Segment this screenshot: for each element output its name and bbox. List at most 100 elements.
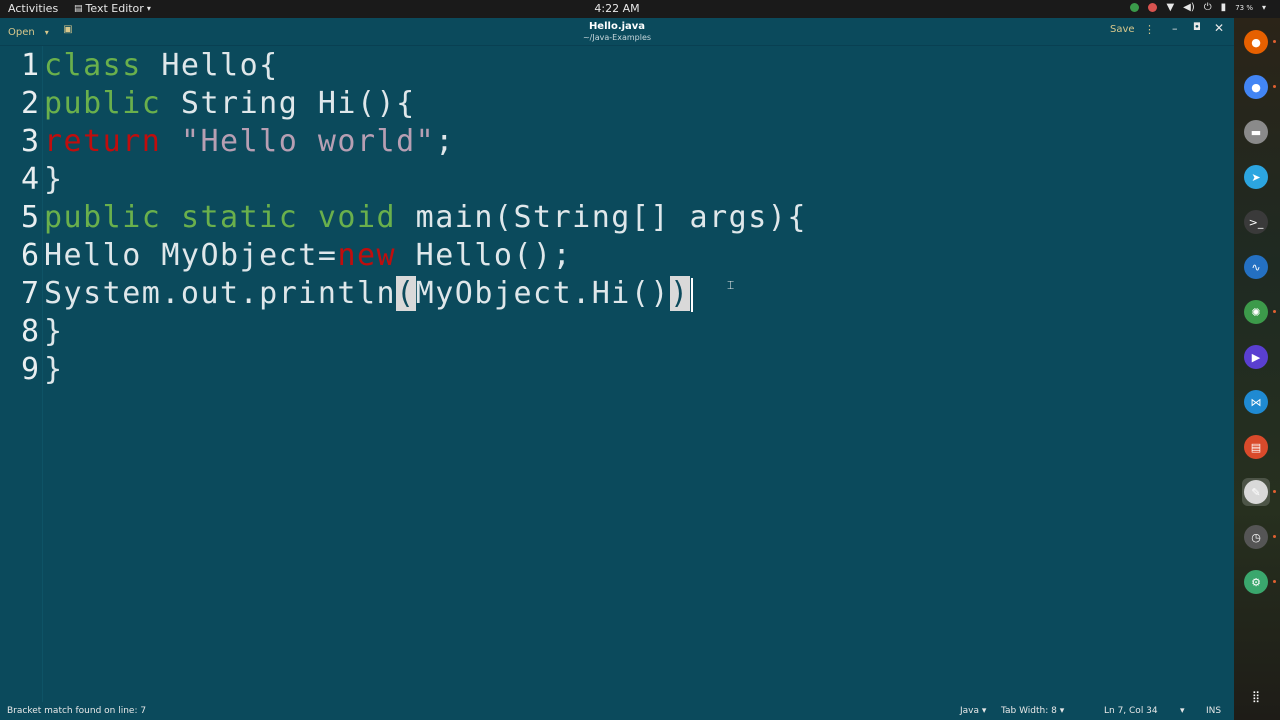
cursor-position[interactable]: Ln 7, Col 34 xyxy=(1104,706,1158,716)
token: MyObject.Hi() xyxy=(415,276,670,311)
running-indicator xyxy=(1273,85,1276,88)
atom-icon[interactable]: ✺ xyxy=(1242,298,1270,326)
insert-mode: INS xyxy=(1206,706,1222,716)
shield-icon[interactable] xyxy=(1130,3,1140,12)
line-number: 8 xyxy=(21,314,40,349)
running-indicator xyxy=(1273,580,1276,583)
battery-percent: 73 % xyxy=(1235,3,1253,12)
line-number: 7 xyxy=(21,276,40,311)
system-monitor-icon[interactable]: ∿ xyxy=(1242,253,1270,281)
tab-width-label: Tab Width: 8 xyxy=(1001,706,1057,716)
token-green: public xyxy=(44,200,162,235)
code-line[interactable]: 7 System.out.println(MyObject.Hi()) xyxy=(0,275,1234,313)
chevron-down-icon: ▾ xyxy=(1059,706,1065,716)
code-text: } xyxy=(44,313,64,351)
token: Hello{ xyxy=(141,48,279,83)
vscode-icon[interactable]: ⋈ xyxy=(1242,388,1270,416)
running-indicator xyxy=(1273,310,1276,313)
code-text: class Hello{ xyxy=(44,47,279,85)
code-line[interactable]: 3 return "Hello world"; xyxy=(0,123,1234,161)
timeshift-icon[interactable]: ◷ xyxy=(1242,523,1270,551)
volume-icon[interactable]: ◀) xyxy=(1183,2,1195,13)
text-caret xyxy=(690,277,693,312)
code-text: public static void main(String[] args){ xyxy=(44,199,807,237)
power-icon[interactable]: ⏻ xyxy=(1204,2,1212,13)
token-green: static xyxy=(180,200,299,235)
firefox-glyph: ● xyxy=(1244,30,1268,54)
code-line[interactable]: 6 Hello MyObject=new Hello(); xyxy=(0,237,1234,275)
code-line[interactable]: 9} xyxy=(0,351,1234,389)
line-number: 4 xyxy=(21,162,40,197)
tab-width-selector[interactable]: Tab Width: 8 ▾ xyxy=(1001,706,1064,716)
language-selector[interactable]: Java ▾ xyxy=(960,706,986,716)
system-tray[interactable]: ▼ ◀) ⏻ ▮ 73 % ▾ xyxy=(1130,2,1266,13)
media-player-icon[interactable]: ▶ xyxy=(1242,343,1270,371)
code-text: Hello MyObject=new Hello(); xyxy=(44,237,572,275)
terminal-glyph: >_ xyxy=(1244,210,1268,234)
token-red: new xyxy=(337,238,397,273)
code-line[interactable]: 2 public String Hi(){ xyxy=(0,85,1234,123)
firefox-icon[interactable]: ● xyxy=(1242,28,1270,56)
chrome-tray-icon[interactable] xyxy=(1148,3,1158,12)
token-hl: ) xyxy=(669,276,690,311)
chrome-glyph: ● xyxy=(1244,75,1268,99)
system-top-bar: Activities ▤ Text Editor ▾ 4:22 AM ▼ ◀) … xyxy=(0,0,1280,18)
timeshift-glyph: ◷ xyxy=(1244,525,1268,549)
text-editor-icon[interactable]: ✎ xyxy=(1242,478,1270,506)
minimize-icon[interactable]: – xyxy=(1172,22,1178,35)
line-number: 9 xyxy=(21,352,40,387)
running-indicator xyxy=(1273,535,1276,538)
chevron-down-icon[interactable]: ▾ xyxy=(1180,706,1185,716)
token: main(String[] args){ xyxy=(396,200,807,235)
save-button[interactable]: Save xyxy=(1110,24,1135,35)
document-path: ~/Java-Examples xyxy=(582,33,652,42)
maximize-icon[interactable]: ◘ xyxy=(1193,22,1201,33)
status-bar: Bracket match found on line: 7 Java ▾ Ta… xyxy=(0,702,1234,720)
token: } xyxy=(44,314,64,349)
document-viewer-icon[interactable]: ▤ xyxy=(1242,433,1270,461)
wifi-icon[interactable]: ▼ xyxy=(1166,2,1174,13)
code-line[interactable]: 4} xyxy=(0,161,1234,199)
status-message: Bracket match found on line: 7 xyxy=(7,706,147,716)
code-text: System.out.println(MyObject.Hi()) xyxy=(44,275,693,313)
files-icon[interactable]: ▬ xyxy=(1242,118,1270,146)
running-indicator xyxy=(1273,40,1276,43)
telegram-icon[interactable]: ➤ xyxy=(1242,163,1270,191)
code-editor[interactable]: 1 class Hello{2 public String Hi(){3 return… xyxy=(0,46,1234,702)
terminal-icon[interactable]: >_ xyxy=(1242,208,1270,236)
vscode-glyph: ⋈ xyxy=(1244,390,1268,414)
token-red: return xyxy=(44,124,162,159)
document-title: Hello.java xyxy=(588,21,646,32)
hamburger-menu-icon[interactable]: ⋮ xyxy=(1144,23,1155,36)
line-number: 1 xyxy=(21,48,40,83)
android-studio-icon[interactable]: ⚙ xyxy=(1242,568,1270,596)
document-viewer-glyph: ▤ xyxy=(1244,435,1268,459)
code-line[interactable]: 1 class Hello{ xyxy=(0,47,1234,85)
clock[interactable]: 4:22 AM xyxy=(0,2,1234,15)
battery-icon[interactable]: ▮ xyxy=(1221,2,1227,13)
token: String Hi(){ xyxy=(161,86,416,121)
language-label: Java xyxy=(960,706,980,716)
token-str: "Hello world" xyxy=(180,124,436,159)
line-number: 2 xyxy=(21,86,40,121)
token-green: class xyxy=(44,48,142,83)
code-text: return "Hello world"; xyxy=(44,123,455,161)
token-green: public xyxy=(44,86,162,121)
files-glyph: ▬ xyxy=(1244,120,1268,144)
close-icon[interactable]: ✕ xyxy=(1214,21,1224,35)
show-apps-icon[interactable]: ⣿ xyxy=(1242,682,1270,710)
chevron-down-icon[interactable]: ▾ xyxy=(1262,3,1266,12)
telegram-glyph: ➤ xyxy=(1244,165,1268,189)
code-line[interactable]: 8} xyxy=(0,313,1234,351)
token: } xyxy=(44,162,64,197)
code-line[interactable]: 5 public static void main(String[] args){ xyxy=(0,199,1234,237)
token: System.out.println xyxy=(44,276,397,311)
chrome-icon[interactable]: ● xyxy=(1242,73,1270,101)
android-studio-glyph: ⚙ xyxy=(1244,570,1268,594)
token: Hello(); xyxy=(396,238,573,273)
header-bar: Open ▾ ▣ Hello.java ~/Java-Examples Save… xyxy=(0,18,1234,46)
application-dock: ● ● ▬ ➤ >_ ∿ ✺ ▶ ⋈ ▤ ✎ ◷ ⚙ ⣿ xyxy=(1234,18,1280,720)
